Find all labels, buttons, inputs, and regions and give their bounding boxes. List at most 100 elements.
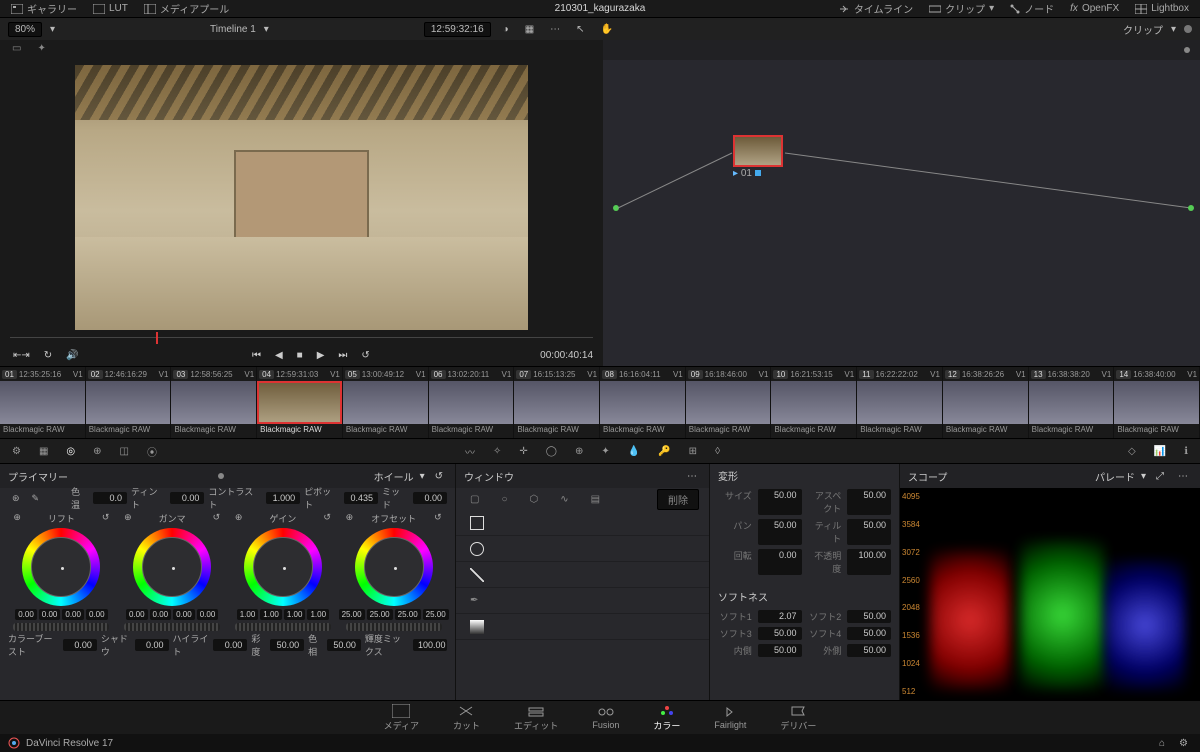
offset-component[interactable]: 25.00 [423,609,449,620]
aspect-value[interactable]: 50.00 [847,489,891,515]
mute-icon[interactable]: 🔊 [63,348,81,363]
info-icon[interactable]: ℹ [1180,444,1192,459]
key-icon[interactable]: 🔑 [654,444,674,459]
shape-square[interactable] [456,510,709,536]
soft1-value[interactable]: 2.07 [758,610,802,623]
play-reverse-icon[interactable]: ◀ [272,348,286,363]
corrector-node[interactable] [733,135,783,167]
offset-component[interactable]: 25.00 [367,609,393,620]
keyframe-icon[interactable]: ◇ [1124,444,1140,459]
opacity-value[interactable]: 100.00 [847,549,891,575]
motion-icon[interactable]: ⦿ [143,442,161,461]
offset-jog[interactable] [346,623,442,631]
scope-mode[interactable]: パレード [1095,469,1135,484]
wheel-target-icon[interactable]: ⊕ [13,512,21,525]
highlight-mode-icon[interactable]: ✦ [33,41,49,56]
mid-value[interactable]: 0.00 [413,492,447,504]
clip-thumb[interactable]: 1116:22:22:02V1Blackmagic RAW [857,367,943,438]
prev-clip-icon[interactable]: ⏮ [249,348,264,363]
delete-window-button[interactable]: 削除 [657,489,699,510]
add-circle-icon[interactable]: ○ [497,492,511,507]
image-wipe-icon[interactable]: ▭ [8,41,25,56]
rgb-mixer-icon[interactable]: ◫ [116,444,133,459]
shadow-value[interactable]: 0.00 [135,639,169,651]
shape-line[interactable] [456,562,709,588]
nav-deliver[interactable]: デリバー [780,704,816,732]
node-mode[interactable]: クリップ [1123,22,1163,37]
highlight-value[interactable]: 0.00 [213,639,247,651]
picker-icon[interactable]: ✎ [28,491,44,506]
node-mode-dropdown-icon[interactable]: ▾ [1171,24,1176,35]
loop-icon[interactable]: ↻ [41,348,55,363]
shape-gradient[interactable] [456,614,709,640]
lummix-value[interactable]: 100.00 [413,639,447,651]
nav-media[interactable]: メディア [384,704,419,732]
clip-thumb[interactable]: 0916:18:46:00V1Blackmagic RAW [686,367,772,438]
tilt-value[interactable]: 50.00 [847,519,891,545]
colorwheel-icon[interactable]: ◎ [62,444,79,459]
clip-thumb[interactable]: 0816:16:04:11V1Blackmagic RAW [600,367,686,438]
zoom-level[interactable]: 80% [8,22,42,37]
add-square-icon[interactable]: ▢ [466,492,483,507]
auto-balance-icon[interactable]: ⊛ [8,491,24,506]
lift-component[interactable]: 0.00 [15,609,37,620]
zoom-dropdown-icon[interactable]: ▾ [50,24,55,35]
nav-edit[interactable]: エディット [514,704,558,732]
reset-gamma-icon[interactable]: ↺ [213,512,221,525]
tracker-icon[interactable]: ⊕ [571,444,587,459]
scope-expand-icon[interactable]: ⤢ [1152,469,1168,484]
home-icon[interactable]: ⌂ [1155,736,1169,751]
raw-icon[interactable]: ⚙ [8,444,25,459]
3d-icon[interactable]: ◊ [711,444,724,459]
gain-component[interactable]: 1.00 [307,609,329,620]
blur-icon[interactable]: 💧 [624,444,644,459]
gamma-component[interactable]: 0.00 [173,609,195,620]
window-icon[interactable]: ◯ [542,444,561,459]
clip-thumb[interactable]: 0613:02:20:11V1Blackmagic RAW [429,367,515,438]
clip-thumb[interactable]: 0212:46:16:29V1Blackmagic RAW [86,367,172,438]
wheel-target-icon[interactable]: ⊕ [346,512,354,525]
play-icon[interactable]: ▶ [314,348,328,363]
nav-color[interactable]: カラー [653,704,680,732]
project-settings-icon[interactable]: ⚙ [1175,736,1192,751]
add-curve-icon[interactable]: ∿ [556,492,572,507]
magic-icon[interactable]: ✦ [597,444,613,459]
offset-component[interactable]: 25.00 [339,609,365,620]
curves-icon[interactable]: 〰 [461,442,479,461]
pan-value[interactable]: 50.00 [758,519,802,545]
soft2-value[interactable]: 50.00 [847,610,891,623]
viewer-image[interactable] [75,65,528,330]
reset-primaries-icon[interactable]: ↺ [431,469,447,484]
offset-component[interactable]: 25.00 [395,609,421,620]
soft3-value[interactable]: 50.00 [758,627,802,640]
inout-icon[interactable]: ⇤⇥ [10,348,33,363]
options-icon[interactable]: ⋯ [546,22,564,37]
clip-thumb[interactable]: 0312:58:56:25V1Blackmagic RAW [171,367,257,438]
gain-jog[interactable] [235,623,331,631]
clip-thumb[interactable]: 0412:59:31:03V1Blackmagic RAW [257,367,343,438]
clip-thumb[interactable]: 1016:21:53:15V1Blackmagic RAW [771,367,857,438]
sat-value[interactable]: 50.00 [270,639,304,651]
rotate-value[interactable]: 0.00 [758,549,802,575]
next-clip-icon[interactable]: ⏭ [335,348,350,363]
wheel-mode-dropdown-icon[interactable]: ▾ [420,471,425,482]
wheel-target-icon[interactable]: ⊕ [235,512,243,525]
clips-dropdown[interactable]: クリップ▾ [924,1,999,17]
soft4-value[interactable]: 50.00 [847,627,891,640]
gain-component[interactable]: 1.00 [284,609,306,620]
sizing-icon[interactable]: ⊞ [685,444,701,459]
lift-wheel[interactable] [22,528,100,606]
gamma-component[interactable]: 0.00 [150,609,172,620]
graph-output-anchor[interactable] [1188,205,1194,211]
cursor-tool-icon[interactable]: ↖ [572,22,588,37]
lift-jog[interactable] [13,623,109,631]
graph-input-anchor[interactable] [613,205,619,211]
clip-thumb[interactable]: 0112:35:25:16V1Blackmagic RAW [0,367,86,438]
outside-value[interactable]: 50.00 [847,644,891,657]
scope-mode-dropdown-icon[interactable]: ▾ [1141,471,1146,482]
gain-component[interactable]: 1.00 [260,609,282,620]
lift-component[interactable]: 0.00 [62,609,84,620]
hue-value[interactable]: 50.00 [327,639,361,651]
clip-thumb[interactable]: 0513:00:49:12V1Blackmagic RAW [343,367,429,438]
hand-tool-icon[interactable]: ✋ [597,22,617,37]
